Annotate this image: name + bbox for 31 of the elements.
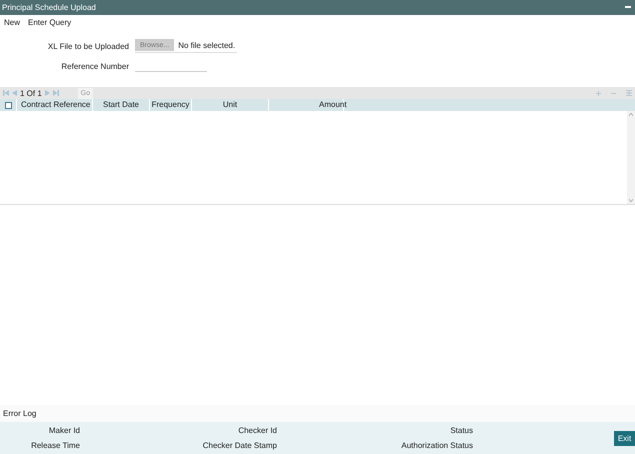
audit-field-label: Checker Id	[237, 426, 277, 435]
column-header: Contract Reference	[17, 99, 93, 111]
scroll-down-icon[interactable]	[629, 199, 633, 202]
next-page-icon[interactable]	[44, 90, 50, 96]
select-all-checkbox[interactable]	[4, 102, 12, 108]
minimize-icon[interactable]	[625, 6, 631, 9]
field-label: XL File to be Uploaded	[46, 42, 129, 50]
audit-field-label: Status	[449, 426, 473, 435]
delete-row-icon[interactable]	[611, 90, 616, 96]
error-log-label: Error Log	[3, 409, 36, 418]
previous-page-icon[interactable]	[12, 90, 17, 96]
column-header: Start Date	[93, 99, 150, 111]
column-header: Frequency	[150, 99, 192, 111]
last-page-icon[interactable]	[52, 90, 59, 96]
column-header: Amount	[269, 99, 344, 111]
audit-field-label: Authorization Status	[400, 441, 473, 450]
column-header: Unit	[192, 99, 269, 111]
audit-field-label: Release Time	[30, 441, 80, 450]
grid-view-icon[interactable]	[626, 90, 632, 96]
scroll-up-icon[interactable]	[629, 113, 633, 116]
field-label: Reference Number	[60, 62, 129, 70]
exit-button[interactable]: Exit	[614, 430, 635, 446]
file-status: No file selected.	[178, 40, 236, 50]
menu-item[interactable]: New	[4, 18, 20, 26]
first-page-icon[interactable]	[3, 90, 9, 96]
page-indicator: 1 Of 1	[20, 88, 42, 98]
menu-item[interactable]: Enter Query	[28, 18, 72, 26]
audit-field-label: Maker Id	[48, 426, 80, 435]
add-row-icon[interactable]	[596, 90, 601, 96]
audit-field-label: Checker Date Stamp	[202, 441, 277, 450]
window-title: Principal Schedule Upload	[2, 3, 96, 12]
